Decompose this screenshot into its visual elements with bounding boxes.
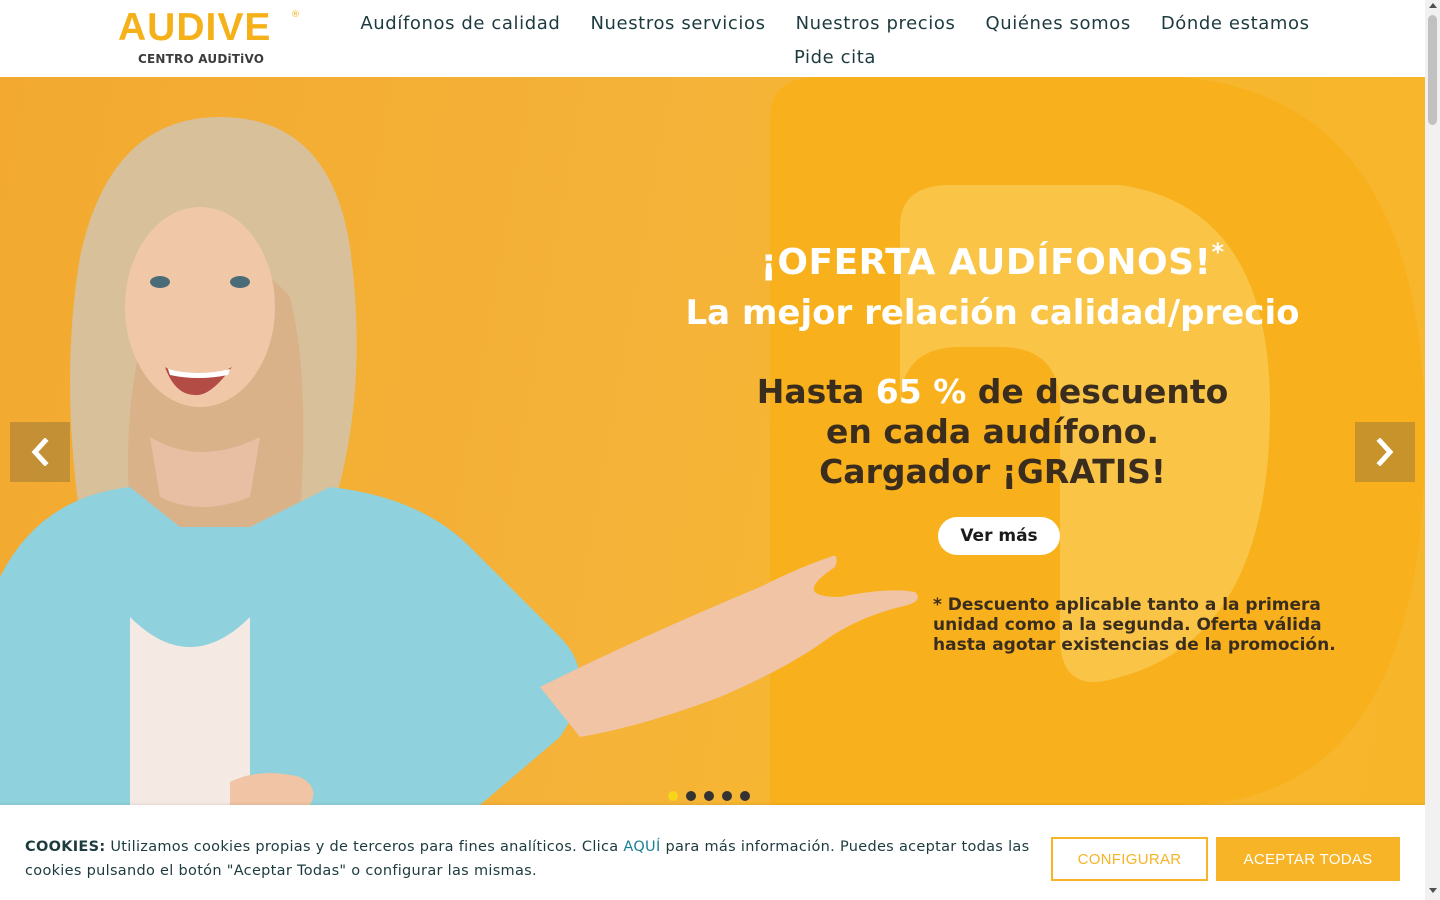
cookie-info-link[interactable]: AQUÍ — [623, 839, 660, 855]
cookie-text: COOKIES: Utilizamos cookies propias y de… — [25, 839, 1030, 879]
slider-prev-button[interactable] — [10, 422, 70, 482]
nav-item-audifonos[interactable]: Audífonos de calidad — [360, 13, 560, 34]
slider-dot-3[interactable] — [704, 791, 714, 801]
nav-item-pide-cita[interactable]: Pide cita — [794, 47, 876, 68]
scrollbar-thumb[interactable] — [1428, 15, 1437, 125]
scroll-down-arrow-icon[interactable] — [1429, 888, 1437, 893]
cookie-banner: COOKIES: Utilizamos cookies propias y de… — [0, 805, 1425, 900]
hero-discount: Hasta 65 % de descuento en cada audífono… — [756, 372, 1229, 491]
nav-item-precios[interactable]: Nuestros precios — [796, 13, 956, 34]
logo-registered-mark: ® — [291, 10, 300, 20]
hero-subtitle: La mejor relación calidad/precio — [685, 293, 1300, 333]
logo-subtitle: CENTRO AUDiTiVO — [138, 52, 265, 66]
ver-mas-button[interactable]: Ver más — [938, 517, 1060, 555]
slider-next-button[interactable] — [1355, 422, 1415, 482]
hero-offer-title: ¡OFERTA AUDÍFONOS!* — [760, 238, 1225, 283]
configure-cookies-button[interactable]: CONFIGURAR — [1051, 837, 1208, 881]
slider-dots — [668, 791, 750, 801]
scroll-up-arrow-icon[interactable] — [1429, 3, 1437, 8]
slider-dot-2[interactable] — [686, 791, 696, 801]
nav-item-donde-estamos[interactable]: Dónde estamos — [1161, 13, 1310, 34]
page-scrollbar[interactable] — [1425, 0, 1440, 900]
nav-item-quienes-somos[interactable]: Quiénes somos — [985, 13, 1130, 34]
logo[interactable]: AUDIVE ® CENTRO AUDiTiVO — [118, 8, 308, 70]
chevron-left-icon — [31, 438, 49, 466]
accept-all-cookies-button[interactable]: ACEPTAR TODAS — [1216, 837, 1400, 881]
slider-dot-5[interactable] — [740, 791, 750, 801]
main-nav: Audífonos de calidad Nuestros servicios … — [360, 8, 1310, 72]
nav-item-servicios[interactable]: Nuestros servicios — [590, 13, 765, 34]
logo-text: AUDIVE — [118, 6, 272, 49]
site-header: AUDIVE ® CENTRO AUDiTiVO Audífonos de ca… — [0, 0, 1425, 77]
hero-slider: ¡OFERTA AUDÍFONOS!* La mejor relación ca… — [0, 77, 1425, 805]
hero-text: ¡OFERTA AUDÍFONOS!* La mejor relación ca… — [660, 227, 1325, 492]
chevron-right-icon — [1376, 438, 1394, 466]
slider-dot-1[interactable] — [668, 791, 678, 801]
slider-dot-4[interactable] — [722, 791, 732, 801]
hero-footnote: * Descuento aplicable tanto a la primera… — [933, 595, 1336, 655]
